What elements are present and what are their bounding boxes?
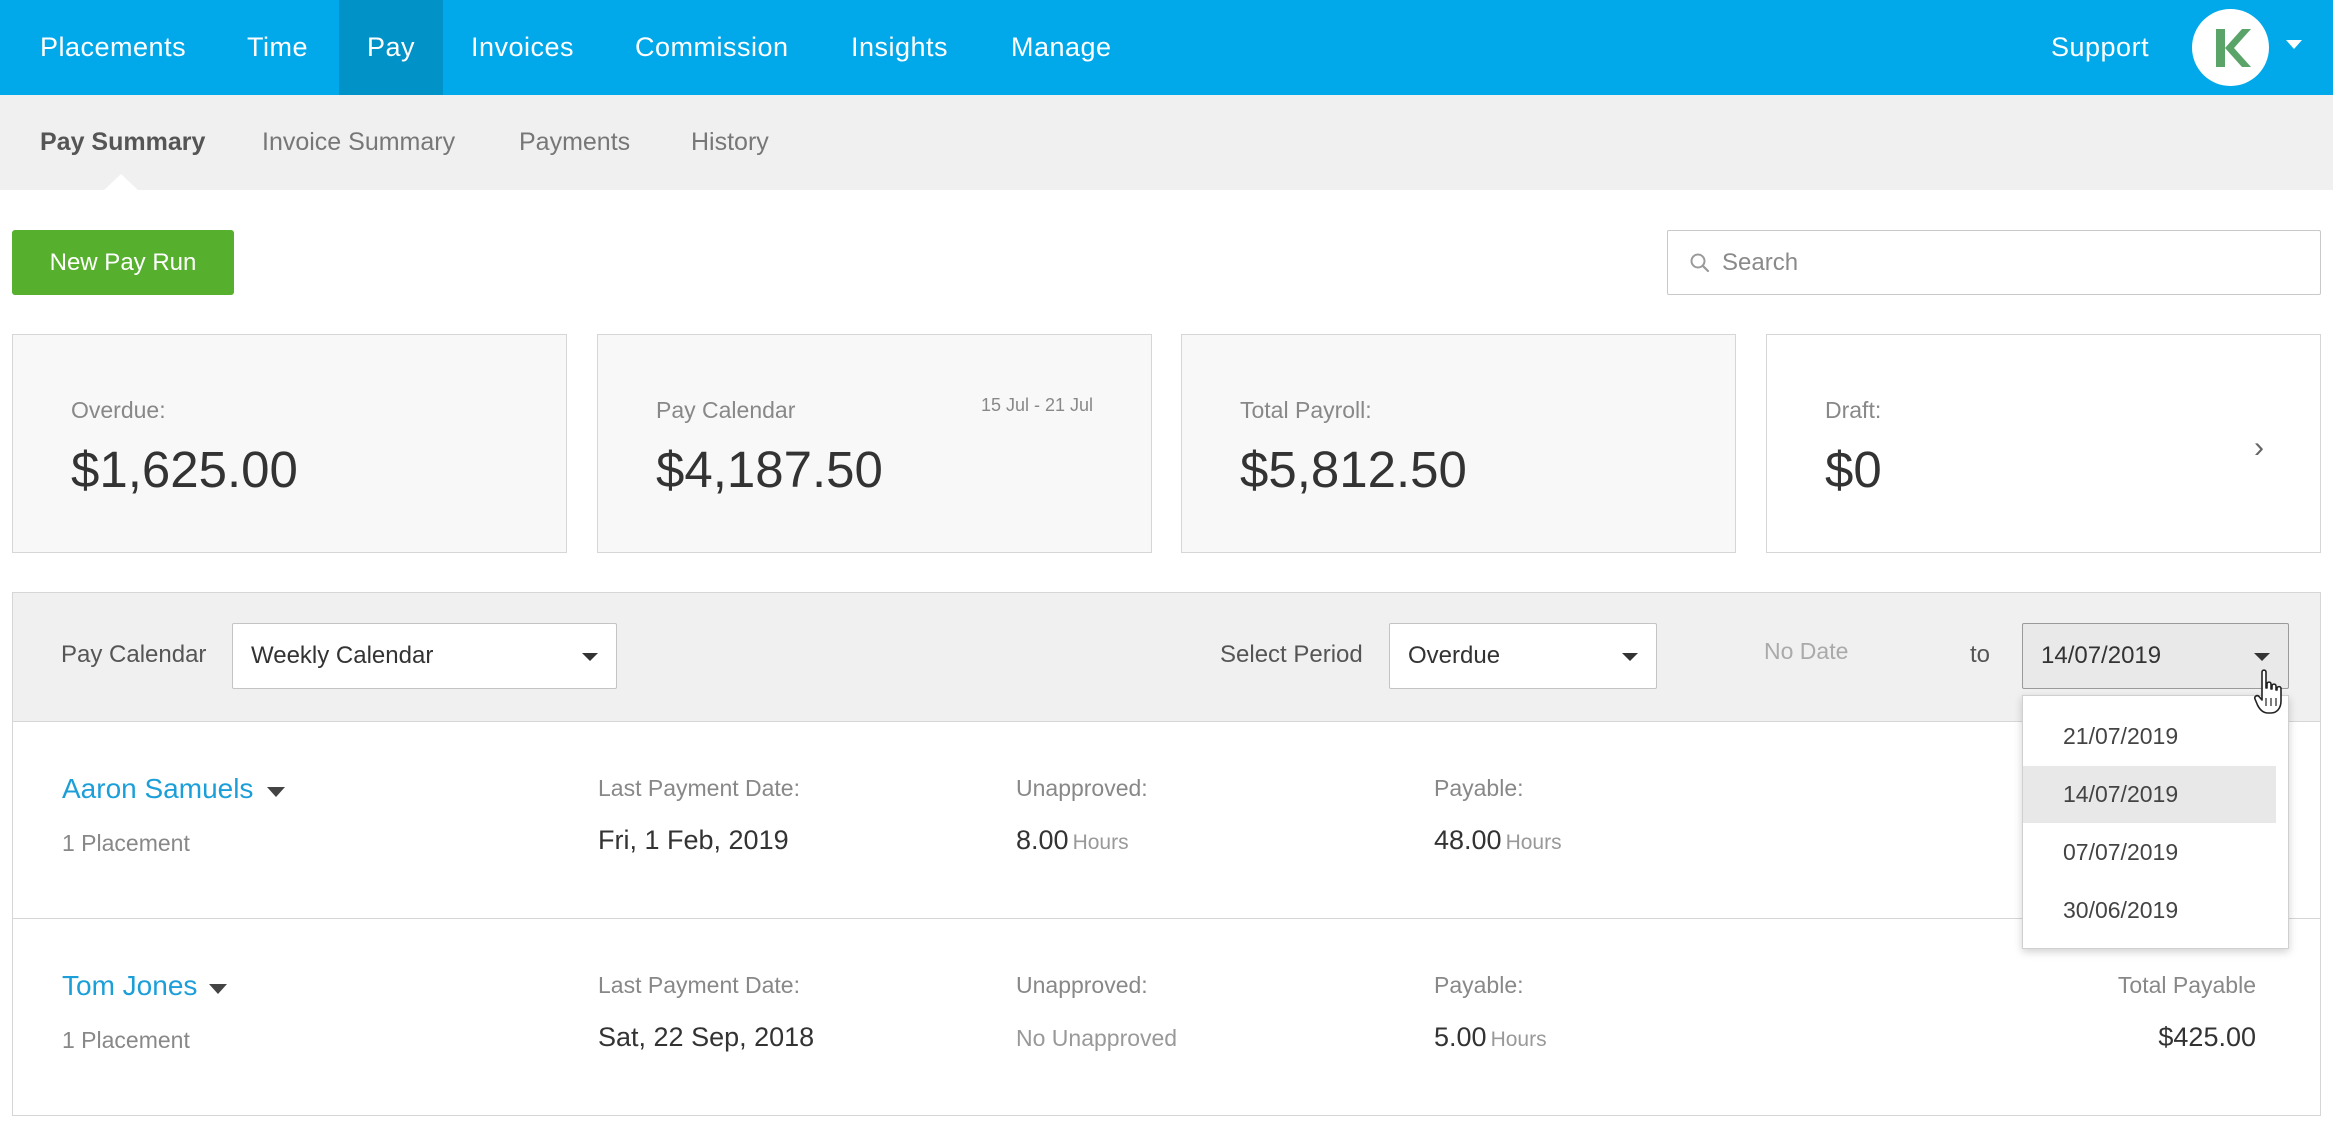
from-date-value: No Date	[1764, 638, 1849, 664]
employee-row: Tom Jones 1 Placement Last Payment Date:…	[12, 919, 2321, 1116]
payable-unit: Hours	[1490, 1028, 1547, 1051]
last-payment-date: Fri, 1 Feb, 2019	[598, 825, 789, 855]
payable-value: 48.00 Hours	[1434, 825, 1562, 856]
chevron-down-icon	[1622, 653, 1638, 661]
nav-item-insights[interactable]: Insights	[851, 0, 948, 95]
select-period-select[interactable]: Overdue	[1389, 623, 1657, 689]
chevron-down-icon	[2254, 653, 2270, 661]
last-payment-label: Last Payment Date:	[598, 775, 800, 801]
tab-invoice-summary[interactable]: Invoice Summary	[262, 95, 455, 190]
card-value: $1,625.00	[71, 441, 298, 498]
unapproved-label: Unapproved:	[1016, 972, 1148, 998]
unapproved-unit: Hours	[1072, 831, 1129, 854]
to-date-option[interactable]: 21/07/2019	[2023, 708, 2276, 765]
nav-item-commission[interactable]: Commission	[635, 0, 789, 95]
payable-hours: 5.00	[1434, 1022, 1487, 1052]
pay-calendar-select[interactable]: Weekly Calendar	[232, 623, 617, 689]
card-label: Draft:	[1825, 397, 1882, 423]
card-value: $0	[1825, 441, 1882, 498]
employee-row: Aaron Samuels 1 Placement Last Payment D…	[12, 722, 2321, 919]
chevron-down-icon[interactable]	[267, 787, 285, 797]
draft-card[interactable]: Draft: $0 ›	[1766, 334, 2321, 553]
card-date-range: 15 Jul - 21 Jul	[980, 395, 1093, 415]
total-payable-label: Total Payable	[2117, 972, 2256, 998]
employee-name-link[interactable]: Aaron Samuels	[62, 773, 253, 805]
last-payment-date: Sat, 22 Sep, 2018	[598, 1022, 815, 1052]
tab-history[interactable]: History	[691, 95, 769, 190]
nav-item-pay[interactable]: Pay	[339, 0, 443, 95]
to-date-option[interactable]: 30/06/2019	[2023, 882, 2276, 939]
nav-item-invoices[interactable]: Invoices	[471, 0, 574, 95]
tab-payments[interactable]: Payments	[519, 95, 630, 190]
active-tab-indicator	[103, 174, 139, 191]
unapproved-label: Unapproved:	[1016, 775, 1148, 801]
placement-count: 1 Placement	[62, 830, 190, 856]
payable-label: Payable:	[1434, 972, 1524, 998]
total-payroll-card: Total Payroll: $5,812.50	[1181, 334, 1736, 553]
select-period-label: Select Period	[1220, 641, 1363, 668]
to-date-option[interactable]: 14/07/2019	[2023, 766, 2276, 823]
card-label: Pay Calendar	[656, 397, 796, 423]
card-value: $4,187.50	[656, 441, 883, 498]
nav-item-time[interactable]: Time	[247, 0, 308, 95]
chevron-down-icon[interactable]	[2286, 40, 2302, 49]
to-date-dropdown-list: 21/07/2019 14/07/2019 07/07/2019 30/06/2…	[2022, 695, 2289, 949]
nav-item-placements[interactable]: Placements	[40, 0, 186, 95]
total-payable-value: $425.00	[2158, 1022, 2256, 1052]
to-date-option[interactable]: 07/07/2019	[2023, 824, 2276, 881]
new-pay-run-button[interactable]: New Pay Run	[12, 230, 234, 295]
payable-label: Payable:	[1434, 775, 1524, 801]
pay-calendar-card: Pay Calendar 15 Jul - 21 Jul $4,187.50	[597, 334, 1152, 553]
chevron-down-icon[interactable]	[209, 984, 227, 994]
chevron-down-icon	[582, 653, 598, 661]
to-date-select[interactable]: 14/07/2019	[2022, 623, 2289, 689]
pay-calendar-select-value: Weekly Calendar	[251, 642, 434, 669]
top-navigation-bar: Placements Time Pay Invoices Commission …	[0, 0, 2333, 95]
placement-count: 1 Placement	[62, 1027, 190, 1053]
payable-value: 5.00 Hours	[1434, 1022, 1547, 1053]
user-avatar[interactable]	[2192, 9, 2269, 86]
pay-calendar-label: Pay Calendar	[61, 641, 207, 668]
nav-item-support[interactable]: Support	[2051, 0, 2149, 95]
to-date-select-value: 14/07/2019	[2041, 642, 2162, 669]
card-value: $5,812.50	[1240, 441, 1467, 498]
unapproved-value: No Unapproved	[1016, 1025, 1178, 1051]
select-period-value: Overdue	[1408, 642, 1501, 669]
nav-item-manage[interactable]: Manage	[1011, 0, 1112, 95]
card-label: Overdue:	[71, 397, 166, 423]
employee-name-link[interactable]: Tom Jones	[62, 970, 197, 1002]
unapproved-value: 8.00 Hours	[1016, 825, 1129, 856]
sub-navigation-bar: Pay Summary Invoice Summary Payments His…	[0, 95, 2333, 190]
to-label: to	[1970, 641, 1991, 668]
card-label: Total Payroll:	[1240, 397, 1372, 423]
overdue-card: Overdue: $1,625.00	[12, 334, 567, 553]
payable-unit: Hours	[1505, 831, 1562, 854]
search-icon	[1690, 253, 1710, 273]
last-payment-label: Last Payment Date:	[598, 972, 800, 998]
k-logo-icon	[2216, 29, 2251, 67]
unapproved-hours: 8.00	[1016, 825, 1069, 855]
search-box	[1667, 230, 2321, 295]
payable-hours: 48.00	[1434, 825, 1502, 855]
search-input[interactable]	[1722, 231, 2302, 294]
hand-pointer-cursor-icon	[2254, 669, 2282, 714]
chevron-right-icon[interactable]: ›	[2254, 431, 2264, 465]
